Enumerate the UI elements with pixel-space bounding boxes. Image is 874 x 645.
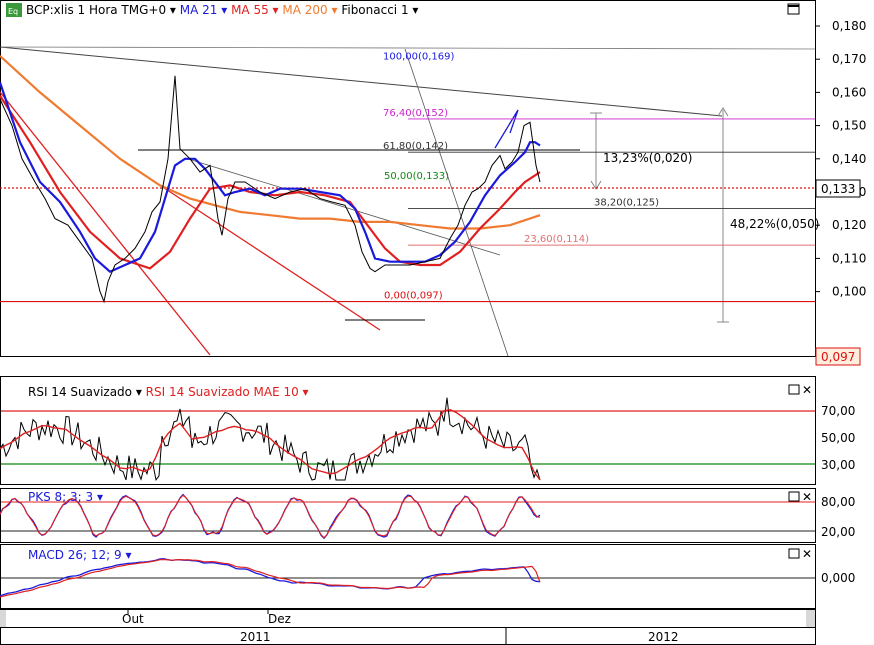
fib-level-label: 76,40(0,152) — [383, 108, 448, 119]
pks-y-axis: 80,00 20,00 — [821, 495, 855, 539]
main-y-axis: 0,1800,1700,1600,1500,1400,1300,1200,110… — [816, 19, 866, 299]
equity-icon-label: Eq — [8, 7, 18, 16]
fib-level-label: 38,20(0,125) — [594, 198, 659, 209]
legend-menu-arrow[interactable]: ▾ — [299, 385, 309, 399]
legend-menu-arrow[interactable]: ▾ — [132, 385, 146, 399]
month-label-out: Out — [122, 612, 144, 626]
y-tick-label: 0,150 — [832, 119, 866, 133]
rsi-legend-text[interactable]: RSI 14 Suavizado ▾ RSI 14 Suavizado MAE … — [28, 385, 309, 399]
legend-entry[interactable]: MA 55 — [231, 3, 269, 17]
fib-level-label: 50,00(0,133) — [384, 171, 449, 182]
pks-close-icon[interactable]: ✕ — [802, 490, 812, 504]
legend-menu-arrow[interactable]: ▾ — [409, 3, 419, 17]
fib-level-label: 100,00(0,169) — [383, 52, 455, 63]
main-legend: Eq BCP:xlis 1 Hora TMG+0 ▾ MA 21 ▾ MA 55… — [6, 3, 418, 17]
month-label-dez: Dez — [268, 612, 291, 626]
y-tick-label: 0,120 — [832, 218, 866, 232]
rsi-y-tick: 50,00 — [821, 431, 855, 445]
rsi-y-axis: 70,00 50,00 30,00 — [821, 404, 855, 472]
macd-maximize-icon[interactable] — [788, 548, 800, 559]
rsi-maximize-icon[interactable] — [788, 384, 800, 395]
rsi-y-tick: 70,00 — [821, 404, 855, 418]
legend-entry[interactable]: MA 21 — [180, 3, 218, 17]
chart-stage: 100,00(0,169) 76,40(0,152) 61,80(0,142) 50,… — [0, 0, 866, 645]
y-tick-label: 0,140 — [832, 152, 866, 166]
year-label-2011: 2011 — [240, 630, 271, 644]
rsi-close-icon[interactable]: ✕ — [802, 383, 812, 397]
low-price-tag-label: 0,097 — [821, 350, 855, 364]
y-tick-label: 0,180 — [832, 19, 866, 33]
measure-short-label: 13,23%(0,020) — [603, 151, 692, 165]
legend-entry[interactable]: BCP:xlis 1 Hora TMG+0 — [26, 3, 166, 17]
legend-entry[interactable]: Fibonacci 1 — [341, 3, 408, 17]
pks-y-tick: 80,00 — [821, 495, 855, 509]
rsi-y-tick: 30,00 — [821, 458, 855, 472]
y-tick-label: 0,170 — [832, 52, 866, 66]
main-legend-text[interactable]: BCP:xlis 1 Hora TMG+0 ▾ MA 21 ▾ MA 55 ▾ … — [26, 3, 418, 17]
macd-legend-text[interactable]: MACD 26; 12; 9 ▾ — [28, 548, 132, 562]
legend-menu-arrow[interactable]: ▾ — [328, 3, 342, 17]
legend-entry[interactable]: RSI 14 Suavizado MAE 10 — [146, 385, 299, 399]
fib-level-label: 61,80(0,142) — [383, 141, 448, 152]
fib-level-label: 0,00(0,097) — [384, 291, 443, 302]
last-price-tag-label: 0,133 — [821, 182, 855, 196]
year-axis-strip — [0, 627, 816, 645]
year-label-2012: 2012 — [648, 630, 679, 644]
legend-entry[interactable]: MACD 26; 12; 9 — [28, 548, 122, 562]
y-tick-label: 0,160 — [832, 85, 866, 99]
pks-legend-text[interactable]: PKS 8; 3; 3 ▾ — [28, 490, 103, 504]
measure-long-label: 48,22%(0,050) — [730, 217, 819, 231]
legend-menu-arrow[interactable]: ▾ — [122, 548, 132, 562]
y-tick-label: 0,100 — [832, 285, 866, 299]
legend-entry[interactable]: RSI 14 Suavizado — [28, 385, 132, 399]
legend-entry[interactable]: MA 200 — [282, 3, 327, 17]
scroll-marker-right[interactable] — [806, 610, 815, 627]
fib-level-label: 23,60(0,114) — [524, 234, 589, 245]
legend-menu-arrow[interactable]: ▾ — [217, 3, 231, 17]
macd-close-icon[interactable]: ✕ — [802, 547, 812, 561]
legend-menu-arrow[interactable]: ▾ — [166, 3, 180, 17]
macd-y-tick: 0,000 — [821, 571, 855, 585]
pks-y-tick: 20,00 — [821, 525, 855, 539]
pks-maximize-icon[interactable] — [788, 491, 800, 502]
legend-menu-arrow[interactable]: ▾ — [93, 490, 103, 504]
scroll-marker[interactable] — [0, 610, 6, 627]
legend-menu-arrow[interactable]: ▾ — [269, 3, 283, 17]
legend-entry[interactable]: PKS 8; 3; 3 — [28, 490, 93, 504]
y-tick-label: 0,110 — [832, 251, 866, 265]
